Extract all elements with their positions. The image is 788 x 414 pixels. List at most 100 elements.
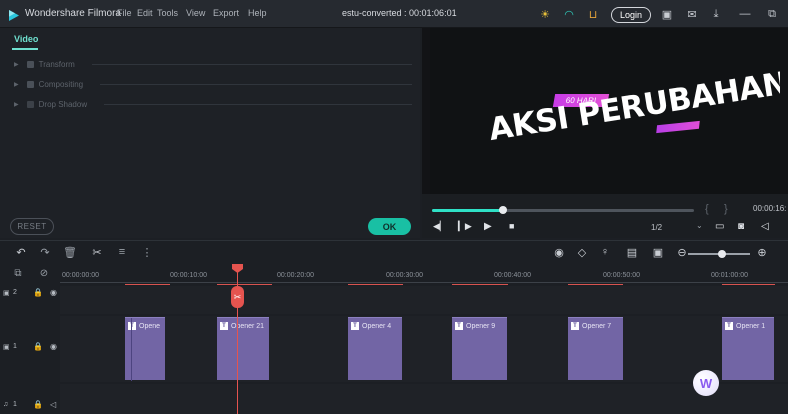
chevron-right-icon: ▶ [14,81,19,88]
chevron-right-icon: ▶ [14,101,19,108]
tab-underline [12,48,38,50]
scissors-icon[interactable]: ✂ [90,246,104,259]
checkbox[interactable] [26,80,34,88]
mark-out-icon[interactable]: } [724,203,728,215]
video-settings-panel: Video ▶ Transform ▶ Compositing ▶ Drop S… [0,28,420,238]
lock-icon[interactable]: 🔒 [33,400,43,409]
chevron-right-icon: ▶ [14,61,19,68]
project-title: estu-converted : 00:01:06:01 [342,8,457,18]
zoom-knob[interactable] [718,250,727,258]
divider [104,104,412,105]
checkbox[interactable] [26,60,34,68]
login-button[interactable]: Login [611,7,651,23]
clip[interactable]: T Opener 21 [217,317,269,380]
menu-edit[interactable]: Edit [137,8,153,18]
shield-icon[interactable]: ◇ [575,246,589,259]
eye-icon[interactable]: ◉ [50,288,57,297]
camera-icon[interactable]: ◙ [738,221,744,232]
in-out-marker [452,284,508,285]
subtitle-icon[interactable]: ▣ [651,246,665,259]
redo-icon[interactable]: ↷ [38,246,52,259]
progress-knob[interactable] [498,206,507,214]
section-compositing[interactable]: ▶ Compositing [14,78,83,90]
chevron-down-icon[interactable]: ⌄ [696,221,703,230]
monitor-icon[interactable]: ▭ [715,221,724,232]
mail-icon[interactable]: ✉ [684,6,700,22]
scissors-icon[interactable]: ✂ [231,286,244,308]
checkbox[interactable] [26,100,34,108]
zoom-in-icon[interactable]: ⊕ [755,246,769,259]
section-label: Transform [38,59,75,69]
stop-icon[interactable]: ■ [509,221,514,231]
delete-icon[interactable]: 🗑 [63,246,77,259]
minimize-icon[interactable]: — [737,6,753,22]
eye-icon[interactable]: ◉ [50,342,57,351]
cart-icon[interactable]: ⊔ [585,6,601,22]
clip[interactable]: T Opener 9 [452,317,507,380]
ruler-label: 00:00:00:00 [62,272,99,279]
preview-canvas[interactable]: 60 HARI AKSI PERUBAHAN [430,28,780,194]
clip[interactable]: T Opener 7 [568,317,623,380]
speaker-icon[interactable]: ◁ [50,400,56,409]
ruler-baseline [60,282,788,283]
save-icon[interactable]: ▣ [659,6,675,22]
mark-in-icon[interactable]: { [705,203,709,215]
volume-icon[interactable]: ◁ [761,221,769,232]
zoom-out-icon[interactable]: ⊖ [675,246,689,259]
track-audio-1[interactable] [60,384,788,414]
section-transform[interactable]: ▶ Transform [14,58,75,70]
track-header-audio-1: ♫ 1 🔒 ◁ [0,400,60,414]
section-label: Compositing [38,79,84,89]
sun-icon[interactable]: ☀ [537,6,553,22]
mic-icon[interactable]: ♀ [598,246,612,258]
play-icon[interactable]: ▶ [484,221,492,232]
menu-file[interactable]: File [117,8,132,18]
download-icon[interactable]: ⤓ [708,6,724,22]
menu-help[interactable]: Help [248,8,267,18]
menu-tools[interactable]: Tools [157,8,178,18]
clip[interactable]: T Opener 1 [722,317,774,380]
ruler-label: 00:00:30:00 [386,272,423,279]
audio-wave-icon[interactable]: ⋮ [140,246,154,259]
clip-label: T Opener 4 [351,322,391,330]
in-out-marker [348,284,403,285]
reset-button[interactable]: RESET [10,218,54,235]
title-clip-icon: T [725,322,733,330]
lock-icon[interactable]: 🔒 [33,342,43,351]
track-video-2[interactable] [60,286,788,314]
track-header-video-2: ▣ 2 🔒 ◉ [0,288,60,302]
track-video-1[interactable] [60,316,788,382]
restore-icon[interactable]: ⧉ [764,6,780,22]
section-drop-shadow[interactable]: ▶ Drop Shadow [14,98,87,110]
quality-ratio[interactable]: 1/2 [651,223,662,232]
link-icon[interactable]: ⊘ [37,268,51,279]
add-track-icon[interactable]: ⧉ [11,268,25,279]
step-forward-icon[interactable]: ▎▶ [458,221,472,232]
lock-icon[interactable]: 🔒 [33,288,43,297]
in-out-marker [568,284,623,285]
clip-label: T Opener 9 [455,322,495,330]
step-back-icon[interactable]: ◀▏ [433,221,447,232]
undo-icon[interactable]: ↶ [14,246,28,259]
ok-button[interactable]: OK [368,218,411,235]
filmora-logo-icon [9,8,19,21]
headset-icon[interactable]: ◠ [561,6,577,22]
adjust-icon[interactable]: ≡ [115,246,129,258]
video-track-icon: ▣ [3,290,10,297]
in-out-marker [722,284,775,285]
menu-export[interactable]: Export [213,8,239,18]
video-track-icon: ▣ [3,344,10,351]
progress-track[interactable] [432,206,694,214]
clip[interactable]: T Opener 4 [348,317,402,380]
voiceover-icon[interactable]: ▤ [625,246,639,259]
menu-view[interactable]: View [186,8,205,18]
title-clip-icon: T [571,322,579,330]
clip-label: T Opener 1 [725,322,765,330]
clip[interactable]: TOpene [125,317,165,381]
render-icon[interactable]: ◉ [552,246,566,259]
title-clip-icon: T [351,322,359,330]
track-number: 2 [13,289,17,296]
timeline-ruler[interactable]: ⧉ ⊘ 00:00:00:00 00:00:10:00 00:00:20:00 … [0,264,788,286]
tab-video[interactable]: Video [14,34,38,44]
playback-controls: { } 00:00:16: ◀▏ ▎▶ ▶ ■ 1/2 ⌄ ▭ ◙ ◁ [422,194,788,238]
